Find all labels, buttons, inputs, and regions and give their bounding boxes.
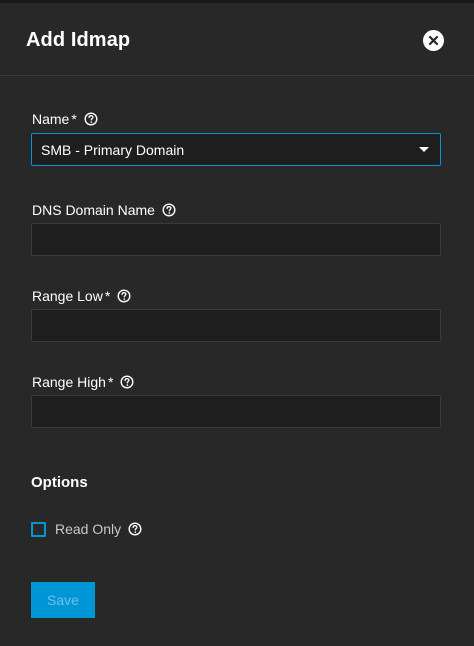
help-icon[interactable] bbox=[128, 522, 142, 536]
name-select-value: SMB - Primary Domain bbox=[41, 142, 185, 158]
range-low-input[interactable] bbox=[31, 309, 441, 342]
help-icon[interactable] bbox=[84, 112, 98, 126]
dns-domain-name-label-text: DNS Domain Name bbox=[32, 202, 155, 218]
range-low-required-marker: * bbox=[104, 288, 111, 304]
help-icon[interactable] bbox=[120, 375, 134, 389]
read-only-checkbox[interactable] bbox=[31, 522, 46, 537]
name-required-marker: * bbox=[71, 111, 77, 127]
options-section-title: Options bbox=[31, 474, 88, 491]
range-low-label: Range Low * bbox=[32, 288, 131, 304]
save-button[interactable]: Save bbox=[31, 582, 95, 618]
name-label-text: Name bbox=[32, 111, 70, 127]
close-button[interactable] bbox=[423, 30, 444, 51]
help-icon[interactable] bbox=[162, 203, 176, 217]
help-icon[interactable] bbox=[117, 289, 131, 303]
read-only-label[interactable]: Read Only bbox=[55, 521, 142, 537]
dialog-title: Add Idmap bbox=[26, 29, 131, 51]
range-high-required-marker: * bbox=[107, 374, 114, 390]
add-idmap-dialog: Add Idmap Name * SMB - Primary Domain DNS… bbox=[0, 0, 474, 646]
dns-domain-name-input[interactable] bbox=[31, 223, 441, 256]
range-high-label: Range High * bbox=[32, 374, 134, 390]
range-high-label-text: Range High bbox=[32, 374, 106, 390]
read-only-label-text: Read Only bbox=[55, 521, 122, 537]
close-icon bbox=[428, 35, 439, 46]
name-select[interactable]: SMB - Primary Domain bbox=[31, 133, 441, 166]
dialog-header: Add Idmap bbox=[0, 3, 474, 76]
chevron-down-icon bbox=[419, 147, 429, 152]
dns-domain-name-label: DNS Domain Name bbox=[32, 202, 176, 218]
name-label: Name * bbox=[32, 111, 98, 127]
range-high-input[interactable] bbox=[31, 395, 441, 428]
range-low-label-text: Range Low bbox=[32, 288, 103, 304]
